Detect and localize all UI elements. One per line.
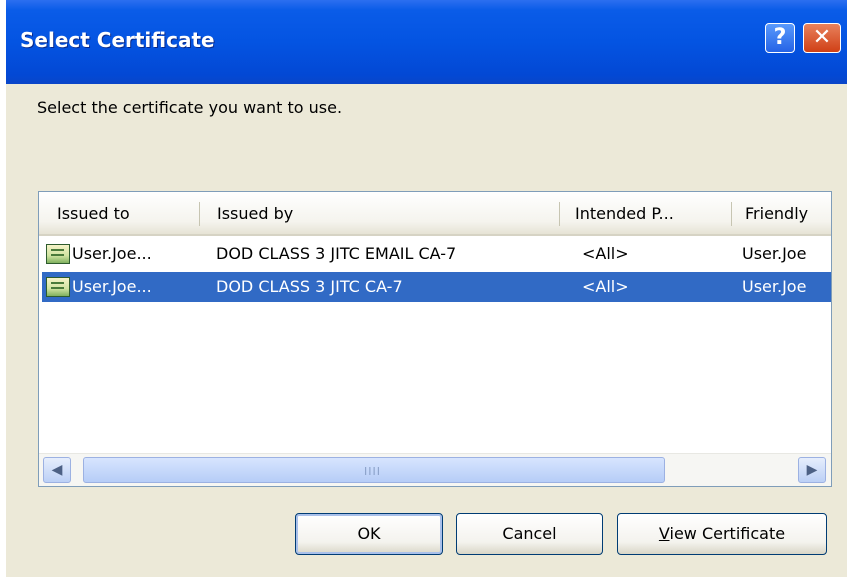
help-icon: ?	[773, 25, 787, 50]
scroll-right-arrow-icon: ▶	[806, 462, 818, 478]
scrollbar-thumb[interactable]: IIII	[83, 457, 665, 483]
cell-issued-to: User.Joe...	[72, 277, 152, 296]
view-certificate-label: iew Certificate	[669, 524, 786, 543]
cell-friendly-name: User.Joe	[742, 244, 807, 263]
certificate-icon	[46, 244, 70, 264]
column-header-issued-to[interactable]: Issued to	[47, 192, 197, 234]
horizontal-scrollbar[interactable]: ◀ IIII ▶	[39, 453, 831, 486]
certificate-list[interactable]: Issued to Issued by Intended P... Friend…	[38, 191, 832, 487]
cell-friendly-name: User.Joe	[742, 277, 807, 296]
certificate-icon	[46, 277, 70, 297]
column-header-intended-purposes[interactable]: Intended P...	[565, 192, 731, 234]
column-header-friendly-name[interactable]: Friendly	[735, 192, 831, 234]
title-bar: Select Certificate ? ✕	[6, 0, 847, 84]
cell-issued-to: User.Joe...	[72, 244, 152, 263]
close-icon: ✕	[812, 25, 832, 50]
column-separator[interactable]	[199, 202, 200, 226]
instruction-text: Select the certificate you want to use.	[37, 98, 343, 117]
cancel-button[interactable]: Cancel	[456, 513, 603, 555]
help-button[interactable]: ?	[765, 23, 795, 53]
scroll-grip-icon: IIII	[364, 465, 381, 478]
ok-button[interactable]: OK	[295, 513, 443, 555]
list-header: Issued to Issued by Intended P... Friend…	[39, 192, 831, 236]
scroll-left-button[interactable]: ◀	[43, 457, 71, 483]
close-button[interactable]: ✕	[803, 23, 841, 53]
cell-issued-by: DOD CLASS 3 JITC EMAIL CA-7	[216, 244, 457, 263]
view-certificate-button[interactable]: View Certificate	[617, 513, 827, 555]
table-row-selected[interactable]: User.Joe... DOD CLASS 3 JITC CA-7 <All> …	[42, 272, 831, 302]
scroll-left-arrow-icon: ◀	[51, 462, 63, 478]
view-accelerator-letter: V	[658, 524, 670, 543]
cell-intended-purposes: <All>	[582, 277, 629, 296]
table-row[interactable]: User.Joe... DOD CLASS 3 JITC EMAIL CA-7 …	[42, 239, 831, 269]
select-certificate-dialog: Select Certificate ? ✕ Select the certif…	[6, 0, 847, 577]
column-header-issued-by[interactable]: Issued by	[207, 192, 557, 234]
cell-issued-by: DOD CLASS 3 JITC CA-7	[216, 277, 403, 296]
column-separator[interactable]	[731, 202, 732, 226]
scroll-right-button[interactable]: ▶	[798, 457, 826, 483]
dialog-title: Select Certificate	[20, 28, 215, 52]
cell-intended-purposes: <All>	[582, 244, 629, 263]
column-separator[interactable]	[559, 202, 560, 226]
